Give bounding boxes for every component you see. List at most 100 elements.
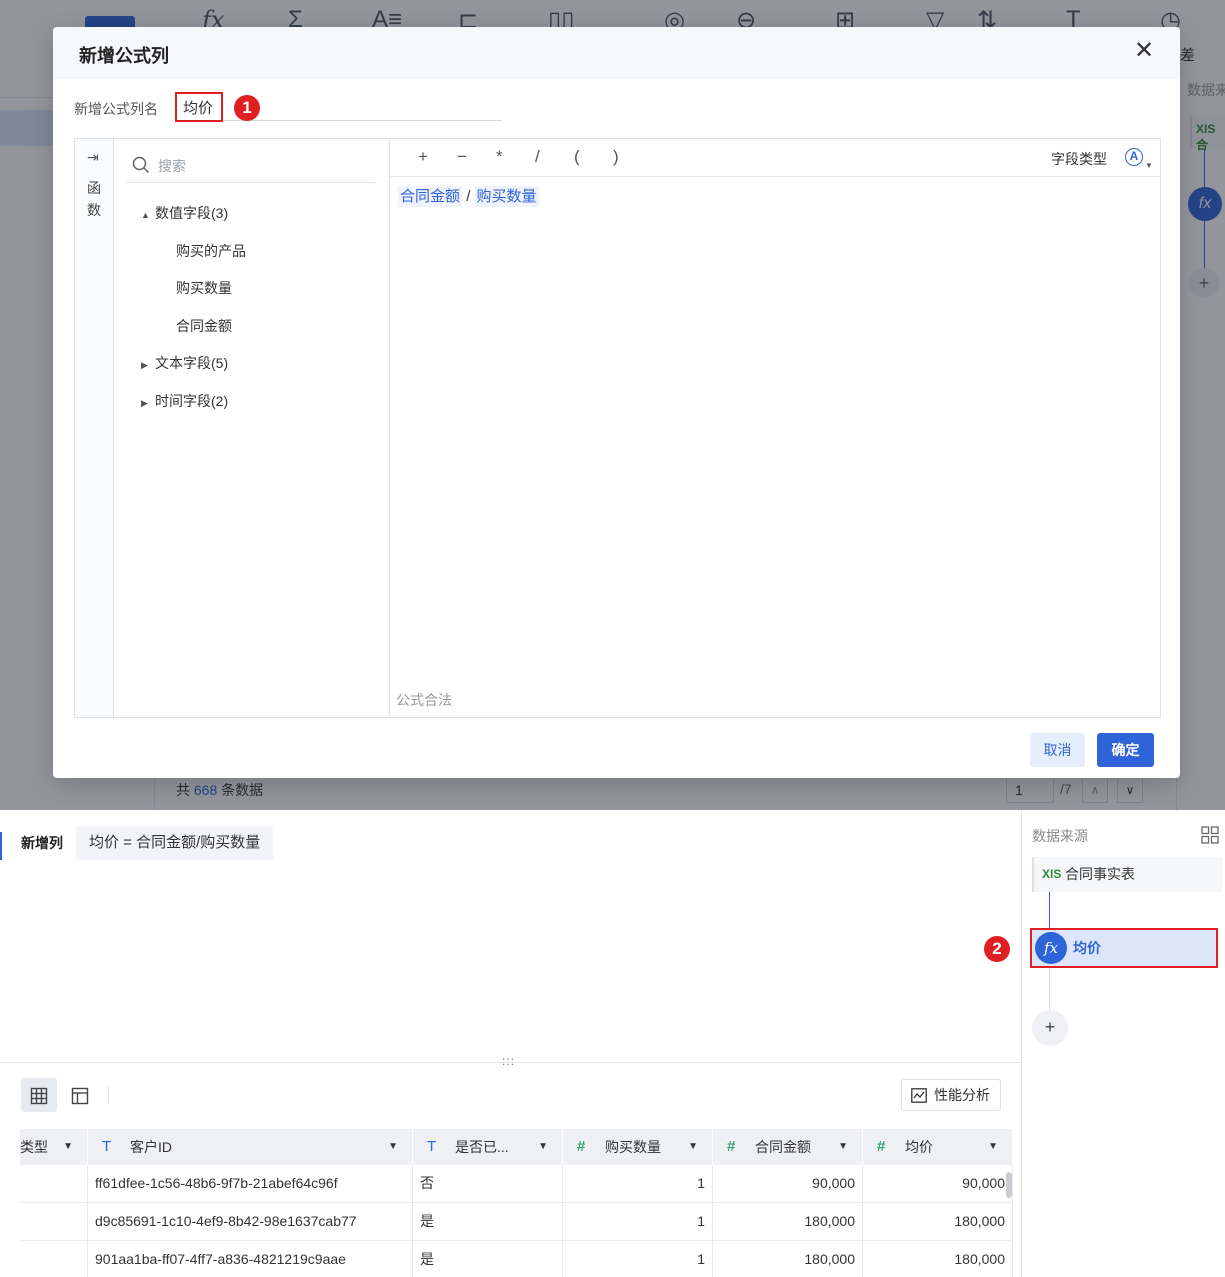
table-cell: 是 <box>413 1241 563 1277</box>
flow-connector <box>1049 892 1050 928</box>
column-header-contract-amount[interactable]: # 合同金额 ▼ <box>713 1129 863 1165</box>
step-type-label: 新增列 <box>21 835 63 851</box>
caret-right-icon: ▶ <box>141 360 148 370</box>
column-header-label: 购买数量 <box>605 1139 661 1155</box>
table-scrollbar[interactable] <box>1006 1172 1012 1198</box>
minus-operator-button[interactable]: − <box>457 147 467 167</box>
add-step-icon[interactable]: + <box>1032 1010 1068 1046</box>
tree-group-label: 数值字段(3) <box>155 205 229 221</box>
grid-icon <box>30 1088 48 1105</box>
dialog-title: 新增公式列 <box>79 46 169 66</box>
formula-operator: / <box>466 188 471 205</box>
left-paren-button[interactable]: ( <box>574 147 580 167</box>
field-search-input[interactable] <box>158 155 358 177</box>
column-header-avg-price[interactable]: # 均价 ▼ <box>863 1129 1013 1165</box>
formula-summary-chip[interactable]: 均价 = 合同金额/购买数量 <box>76 826 274 860</box>
confirm-button[interactable]: 确定 <box>1097 733 1154 767</box>
table-cell: 1 <box>563 1203 713 1241</box>
table-cell: 90,000 <box>863 1165 1013 1203</box>
formula-field-chip[interactable]: 合同金额 <box>398 186 463 207</box>
field-type-icon[interactable]: A <box>1125 148 1143 166</box>
dialog-header: 新增公式列 ✕ <box>53 27 1180 79</box>
formula-editor: ⇥ 函数 ▲ 数值字段(3) 购买的产品 购买数量 合同金额 <box>74 138 1161 718</box>
formula-status: 公式合法 <box>396 692 452 708</box>
column-header-is-completed[interactable]: T 是否已... ▼ <box>413 1129 563 1165</box>
cancel-button[interactable]: 取消 <box>1030 733 1085 767</box>
dropdown-caret-icon[interactable]: ▼ <box>538 1129 548 1165</box>
column-header-label: 均价 <box>905 1139 933 1155</box>
tree-group-time[interactable]: ▶ 时间字段(2) <box>141 391 228 411</box>
top-area: ƒx Σ A≡ ⊏ ▯▯ ◎ ⊖ ⊞ ▽ ⇅ T ◷ 差 数据来 XIS 合 f… <box>0 0 1225 810</box>
table-cell: 180,000 <box>713 1241 863 1277</box>
flow-connector <box>1049 968 1050 1010</box>
tree-group-text[interactable]: ▶ 文本字段(5) <box>141 353 228 373</box>
bottom-area: 新增列 均价 = 合同金额/购买数量 ::: 性能分析 类型 ▼ T 客户ID … <box>0 810 1225 1277</box>
tree-item-quantity[interactable]: 购买数量 <box>176 278 232 298</box>
multiply-operator-button[interactable]: * <box>496 147 503 167</box>
plus-operator-button[interactable]: + <box>418 147 428 167</box>
dropdown-caret-icon[interactable]: ▼ <box>63 1129 73 1165</box>
table-cell: 180,000 <box>713 1203 863 1241</box>
column-header-customer-id[interactable]: T 客户ID ▼ <box>88 1129 413 1165</box>
grid-view-button[interactable] <box>21 1078 57 1112</box>
dropdown-caret-icon[interactable]: ▼ <box>688 1129 698 1165</box>
expand-panel-icon[interactable]: ⇥ <box>87 149 99 166</box>
formula-text-area[interactable]: 合同金额 / 购买数量 <box>398 185 539 207</box>
table-cell: ff61dfee-1c56-48b6-9f7b-21abef64c96f <box>88 1165 413 1203</box>
right-paren-button[interactable]: ) <box>613 147 619 167</box>
step-badge-2: 2 <box>984 936 1010 962</box>
table-cell: 180,000 <box>863 1203 1013 1241</box>
dropdown-caret-icon[interactable]: ▼ <box>838 1129 848 1165</box>
source-node[interactable]: XIS 合同事实表 <box>1032 857 1222 892</box>
table-cell <box>20 1241 88 1277</box>
column-header-type[interactable]: 类型 ▼ <box>20 1129 88 1165</box>
tree-item-contract-amount[interactable]: 合同金额 <box>176 316 232 336</box>
toolbar-separator <box>108 1086 109 1104</box>
formula-field-chip[interactable]: 购买数量 <box>474 186 539 207</box>
table-cell: 否 <box>413 1165 563 1203</box>
table-cell <box>20 1203 88 1241</box>
tree-item-product[interactable]: 购买的产品 <box>176 241 246 261</box>
column-name-label: 新增公式列名 <box>74 101 158 117</box>
field-search <box>126 153 375 183</box>
formula-step-label: 均价 <box>1073 940 1101 956</box>
panel-divider <box>0 1062 1021 1063</box>
divide-operator-button[interactable]: / <box>535 147 540 167</box>
function-panel-toggle[interactable]: ⇥ 函数 <box>75 139 114 717</box>
number-type-icon: # <box>577 1138 586 1155</box>
tree-group-numeric[interactable]: ▲ 数值字段(3) <box>141 203 228 223</box>
data-table: 类型 ▼ T 客户ID ▼ T 是否已... ▼ # 购买数量 ▼ # 合同金额… <box>20 1129 1013 1277</box>
column-header-label: 客户ID <box>130 1139 172 1155</box>
text-type-icon: T <box>427 1138 437 1155</box>
field-type-dropdown-icon[interactable]: ▼ <box>1145 161 1153 170</box>
caret-right-icon: ▶ <box>141 398 148 408</box>
field-list-panel: ▲ 数值字段(3) 购买的产品 购买数量 合同金额 ▶ 文本字段(5) ▶ 时间字段(… <box>114 139 390 717</box>
data-flow-panel: 数据来源 XIS 合同事实表 fx 均价 + <box>1021 810 1225 1277</box>
column-name-input[interactable] <box>175 92 223 122</box>
table-cell: 1 <box>563 1241 713 1277</box>
tree-group-label: 时间字段(2) <box>155 393 229 409</box>
text-type-icon: T <box>102 1138 112 1155</box>
field-type-label: 字段类型 <box>1051 151 1107 167</box>
column-header-label: 类型 <box>20 1139 48 1155</box>
dropdown-caret-icon[interactable]: ▼ <box>988 1129 998 1165</box>
operator-bar: + − * / ( ) 字段类型 A ▼ <box>390 139 1160 177</box>
table-cell: 901aa1ba-ff07-4ff7-a836-4821219c9aae <box>88 1241 413 1277</box>
data-flow-title: 数据来源 <box>1032 828 1088 844</box>
formula-step-node[interactable]: fx 均价 <box>1030 928 1218 968</box>
dropdown-caret-icon[interactable]: ▼ <box>388 1129 398 1165</box>
layout-icon <box>71 1088 89 1105</box>
performance-analysis-button[interactable]: 性能分析 <box>901 1079 1001 1111</box>
close-icon[interactable]: ✕ <box>1131 39 1157 65</box>
layout-view-button[interactable] <box>62 1078 98 1112</box>
number-type-icon: # <box>727 1138 736 1155</box>
column-header-label: 是否已... <box>455 1139 509 1155</box>
resize-handle[interactable]: ::: <box>502 1054 515 1068</box>
table-cell: 1 <box>563 1165 713 1203</box>
expand-icon[interactable] <box>1201 826 1219 844</box>
caret-down-icon: ▲ <box>141 210 150 220</box>
step-indicator <box>0 832 2 860</box>
table-cell <box>20 1165 88 1203</box>
tree-group-label: 文本字段(5) <box>155 355 229 371</box>
column-header-quantity[interactable]: # 购买数量 ▼ <box>563 1129 713 1165</box>
